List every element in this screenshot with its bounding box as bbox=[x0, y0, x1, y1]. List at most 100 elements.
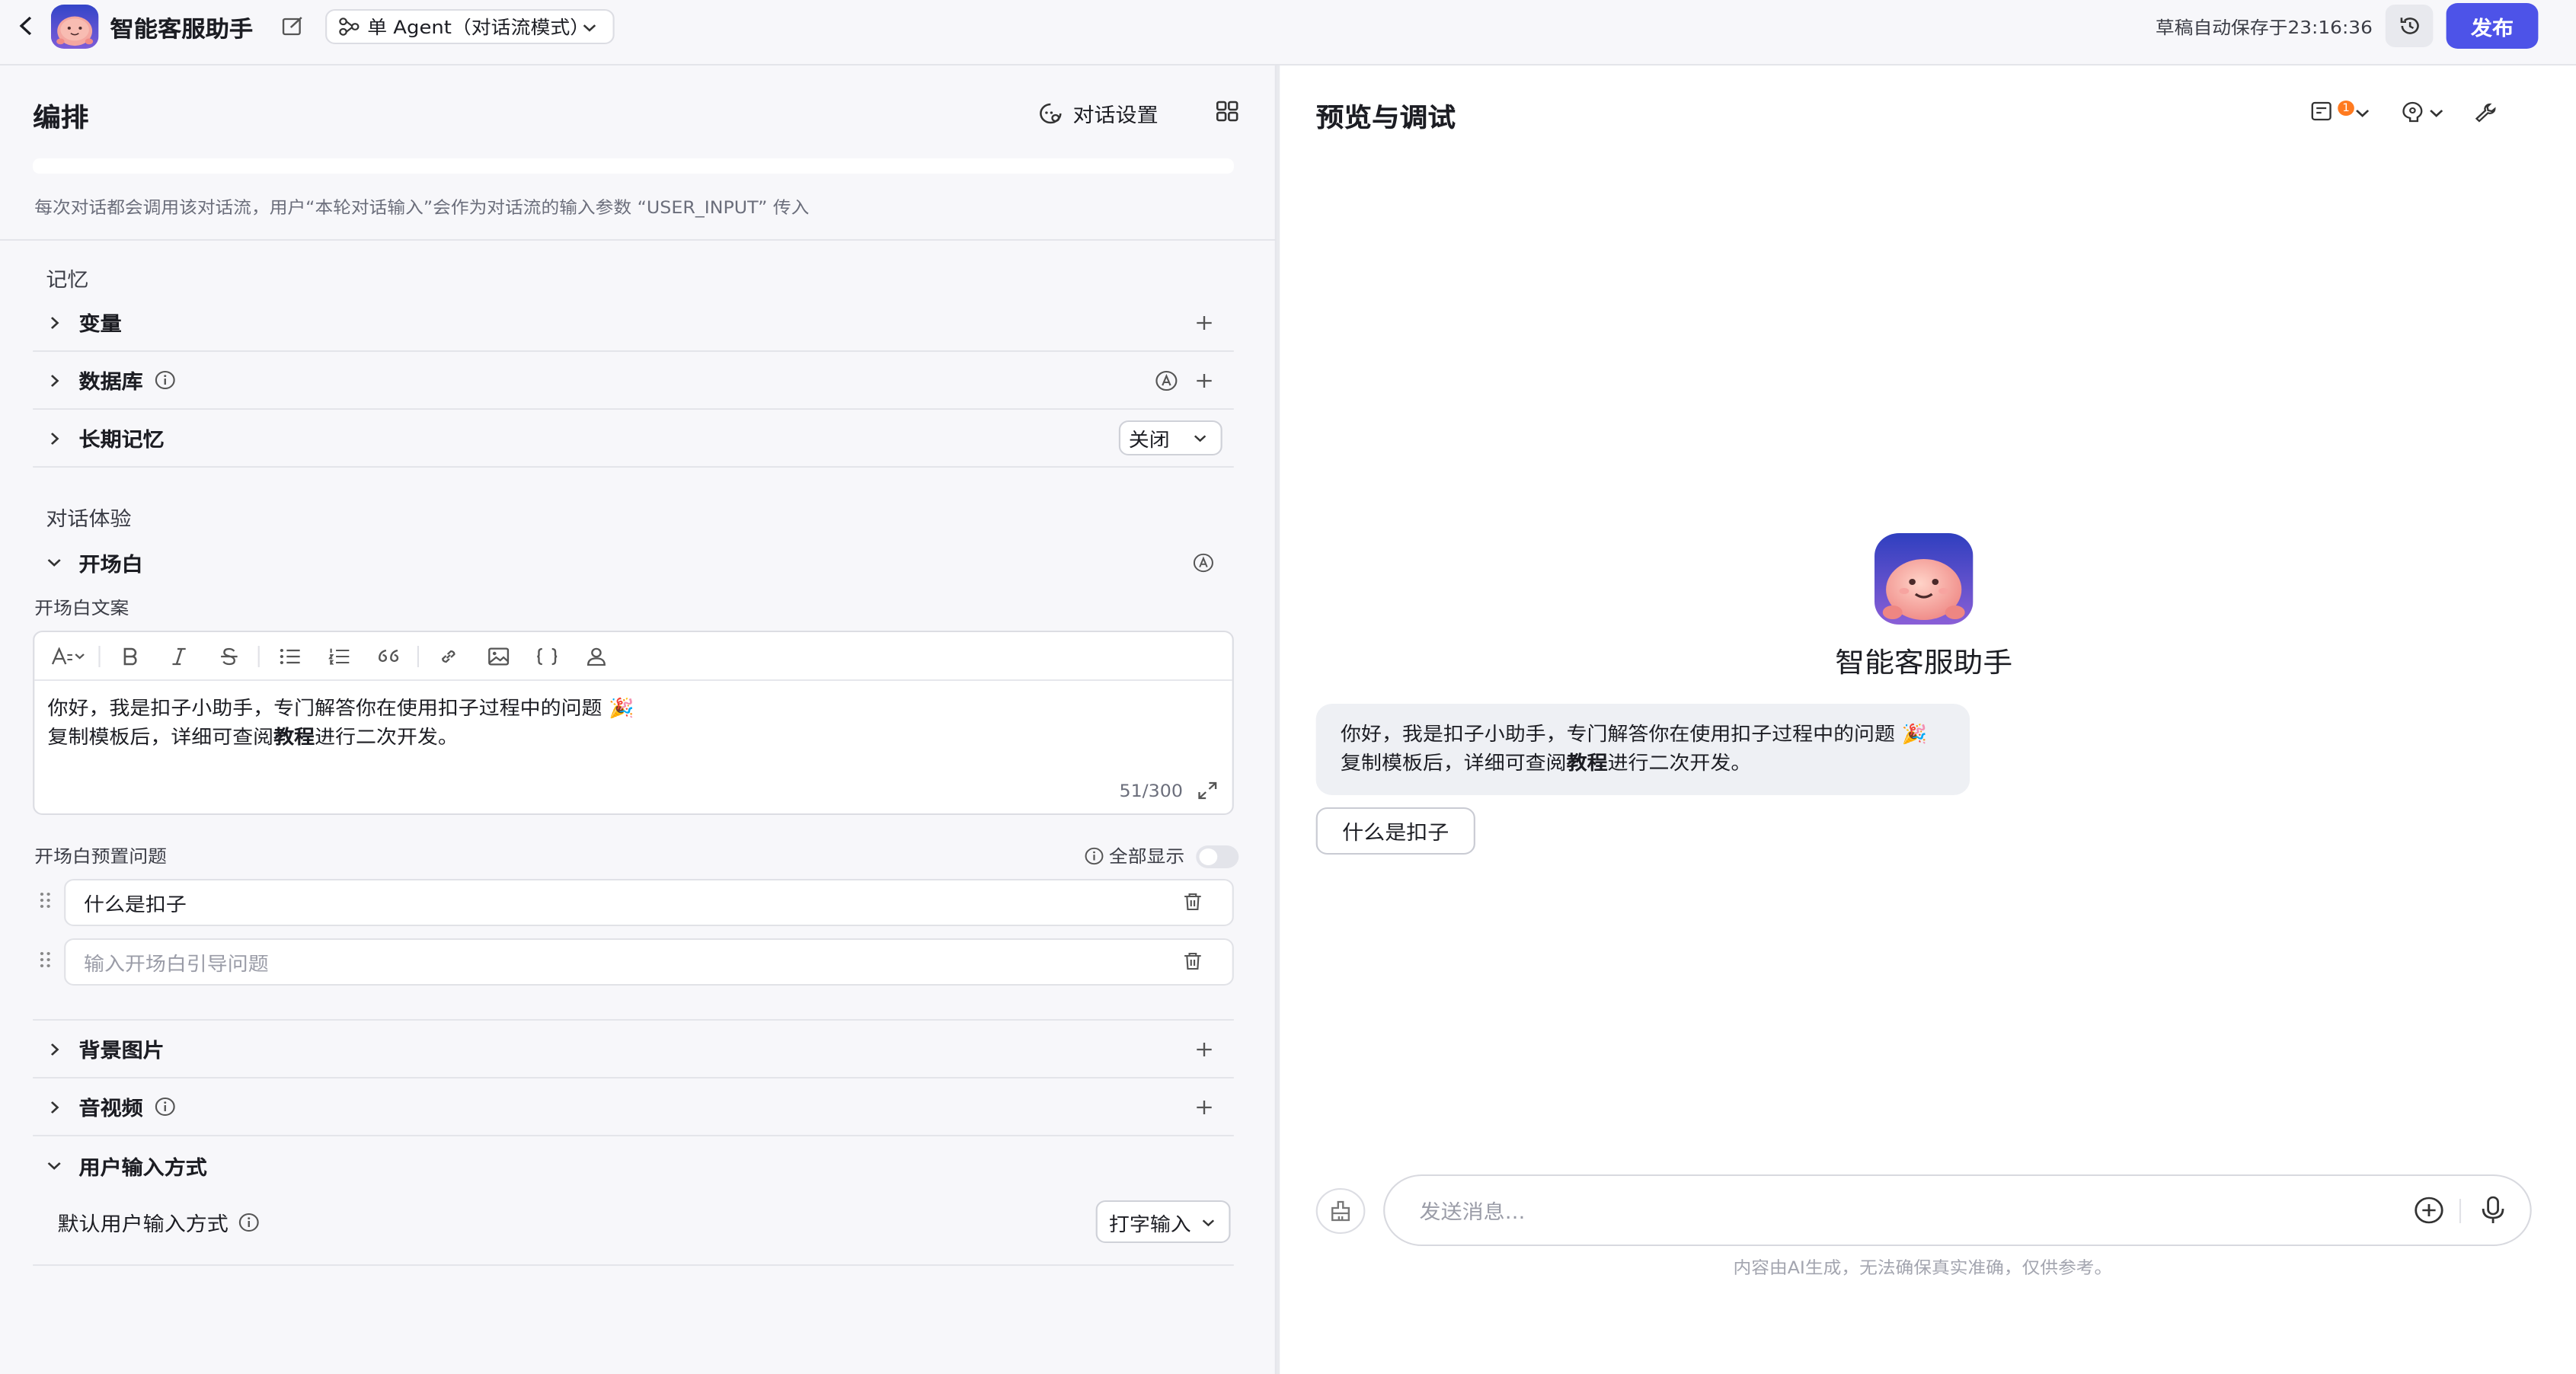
edit-icon[interactable] bbox=[281, 15, 304, 37]
message-composer[interactable]: 发送消息... bbox=[1383, 1174, 2532, 1246]
auto-mode-icon[interactable] bbox=[1155, 369, 1178, 391]
long-memory-row[interactable]: 长期记忆 关闭 bbox=[33, 410, 1234, 468]
layout-grid-icon[interactable] bbox=[1216, 101, 1238, 122]
av-row[interactable]: 音视频 bbox=[33, 1078, 1234, 1136]
memory-section-label: 记忆 bbox=[46, 270, 89, 292]
long-memory-select[interactable]: 关闭 bbox=[1118, 420, 1222, 455]
divider bbox=[0, 239, 1277, 241]
suggested-question-button[interactable]: 什么是扣子 bbox=[1315, 807, 1475, 855]
link-icon[interactable] bbox=[423, 641, 473, 671]
font-size-icon[interactable] bbox=[44, 641, 94, 671]
add-av-icon[interactable] bbox=[1194, 1098, 1214, 1116]
default-input-label-group: 默认用户输入方式 bbox=[57, 1208, 259, 1237]
delete-icon[interactable] bbox=[1183, 952, 1203, 970]
microphone-icon[interactable] bbox=[2481, 1196, 2505, 1225]
av-label: 音视频 bbox=[78, 1098, 143, 1121]
code-block-icon[interactable] bbox=[523, 641, 572, 671]
opening-line-2: 复制模板后，详细可查阅教程进行二次开发。 bbox=[47, 725, 459, 748]
chevron-right-icon bbox=[50, 1043, 59, 1055]
history-icon bbox=[2399, 18, 2418, 34]
preview-toolbar: 1 bbox=[2310, 101, 2498, 123]
ai-disclaimer: 内容由AI生成，无法确保真实准确，仅供参考。 bbox=[1733, 1258, 2113, 1278]
bold-icon[interactable] bbox=[105, 641, 155, 671]
add-variable-icon[interactable] bbox=[1194, 313, 1214, 331]
chat-settings-label: 对话设置 bbox=[1072, 105, 1159, 128]
input-method-label: 用户输入方式 bbox=[78, 1157, 207, 1180]
toolbar-divider bbox=[257, 645, 260, 666]
top-bar: 智能客服助手 单 Agent（对话流模式） 草稿自动保存于23:16:36 发布 bbox=[0, 0, 2576, 66]
auto-mode-icon[interactable] bbox=[1193, 552, 1214, 572]
collapsed-card bbox=[33, 158, 1234, 174]
chevron-right-icon bbox=[50, 432, 59, 444]
debug-log-icon bbox=[2311, 101, 2332, 121]
editor-toolbar bbox=[34, 632, 1232, 681]
panel-divider[interactable] bbox=[1276, 66, 1280, 1374]
workflow-icon bbox=[339, 18, 360, 36]
drag-handle-icon[interactable] bbox=[40, 951, 51, 969]
default-input-value: 打字输入 bbox=[1108, 1212, 1191, 1235]
bot-avatar[interactable] bbox=[50, 5, 99, 49]
input-method-row[interactable]: 用户输入方式 bbox=[33, 1136, 1234, 1194]
info-icon[interactable] bbox=[238, 1213, 260, 1232]
bullet-list-icon[interactable] bbox=[264, 641, 314, 671]
preset-question-row: 输入开场白引导问题 bbox=[33, 938, 1234, 986]
expand-icon[interactable] bbox=[1197, 781, 1217, 800]
preset-questions-label: 开场白预置问题 bbox=[34, 845, 167, 867]
database-row[interactable]: 数据库 bbox=[33, 352, 1234, 410]
info-icon[interactable] bbox=[155, 1097, 176, 1117]
add-database-icon[interactable] bbox=[1194, 371, 1214, 389]
variables-row[interactable]: 变量 bbox=[33, 294, 1234, 352]
chat-settings-button[interactable]: 对话设置 bbox=[1038, 99, 1159, 128]
memory-button[interactable] bbox=[2400, 101, 2444, 123]
chevron-right-icon bbox=[50, 1101, 59, 1113]
strikethrough-icon[interactable] bbox=[203, 641, 253, 671]
publish-button[interactable]: 发布 bbox=[2446, 3, 2539, 49]
default-input-select[interactable]: 打字输入 bbox=[1095, 1200, 1231, 1243]
panel-title: 编排 bbox=[33, 104, 89, 134]
chevron-down-icon bbox=[1202, 1219, 1215, 1226]
mode-selector[interactable]: 单 Agent（对话流模式） bbox=[325, 9, 615, 44]
back-arrow-icon[interactable] bbox=[13, 14, 40, 38]
image-icon[interactable] bbox=[473, 641, 523, 671]
preset-question-input[interactable]: 输入开场白引导问题 bbox=[64, 938, 1234, 986]
add-attachment-icon[interactable] bbox=[2413, 1196, 2444, 1225]
info-icon[interactable] bbox=[1085, 847, 1104, 865]
divider bbox=[33, 1264, 1234, 1266]
chevron-down-icon bbox=[47, 1162, 61, 1170]
toolbar-divider bbox=[98, 645, 101, 666]
preview-title: 预览与调试 bbox=[1315, 104, 1456, 134]
history-button[interactable] bbox=[2385, 5, 2434, 47]
italic-icon[interactable] bbox=[155, 641, 204, 671]
info-icon[interactable] bbox=[155, 370, 176, 390]
opening-editor[interactable]: 你好，我是扣子小助手，专门解答你在使用扣子过程中的问题 🎉 复制模板后，详细可查… bbox=[33, 631, 1234, 815]
ordered-list-icon[interactable] bbox=[314, 641, 363, 671]
show-all-control: 全部显示 bbox=[1085, 844, 1239, 868]
background-row[interactable]: 背景图片 bbox=[33, 1021, 1234, 1078]
opening-text[interactable]: 你好，我是扣子小助手，专门解答你在使用扣子过程中的问题 🎉 复制模板后，详细可查… bbox=[34, 681, 1232, 763]
broom-icon bbox=[1331, 1200, 1350, 1222]
add-background-icon[interactable] bbox=[1194, 1040, 1214, 1058]
drag-handle-icon[interactable] bbox=[40, 891, 51, 909]
toolbar-divider bbox=[417, 645, 420, 666]
debug-log-button[interactable]: 1 bbox=[2310, 101, 2371, 123]
composer-placeholder: 发送消息... bbox=[1419, 1202, 1526, 1225]
preset-question-input[interactable]: 什么是扣子 bbox=[64, 879, 1234, 926]
composer-divider bbox=[2459, 1199, 2462, 1223]
wrench-icon[interactable] bbox=[2474, 101, 2497, 123]
chevron-down-icon bbox=[583, 24, 596, 31]
quote-icon[interactable] bbox=[363, 641, 413, 671]
user-variable-icon[interactable] bbox=[572, 641, 622, 671]
opening-row[interactable]: 开场白 bbox=[33, 533, 1234, 591]
chevron-down-icon bbox=[2356, 109, 2370, 117]
bot-avatar-large bbox=[1874, 533, 1974, 625]
bot-name: 智能客服助手 bbox=[1835, 647, 2013, 679]
show-all-label: 全部显示 bbox=[1108, 845, 1185, 867]
show-all-toggle[interactable] bbox=[1196, 845, 1239, 868]
default-input-label: 默认用户输入方式 bbox=[57, 1214, 229, 1237]
experience-section-label: 对话体验 bbox=[46, 509, 132, 532]
delete-icon[interactable] bbox=[1183, 893, 1203, 911]
opening-line-1: 你好，我是扣子小助手，专门解答你在使用扣子过程中的问题 🎉 bbox=[47, 696, 634, 719]
database-label: 数据库 bbox=[78, 372, 143, 395]
clear-context-button[interactable] bbox=[1315, 1188, 1366, 1234]
notification-badge: 1 bbox=[2338, 101, 2354, 116]
